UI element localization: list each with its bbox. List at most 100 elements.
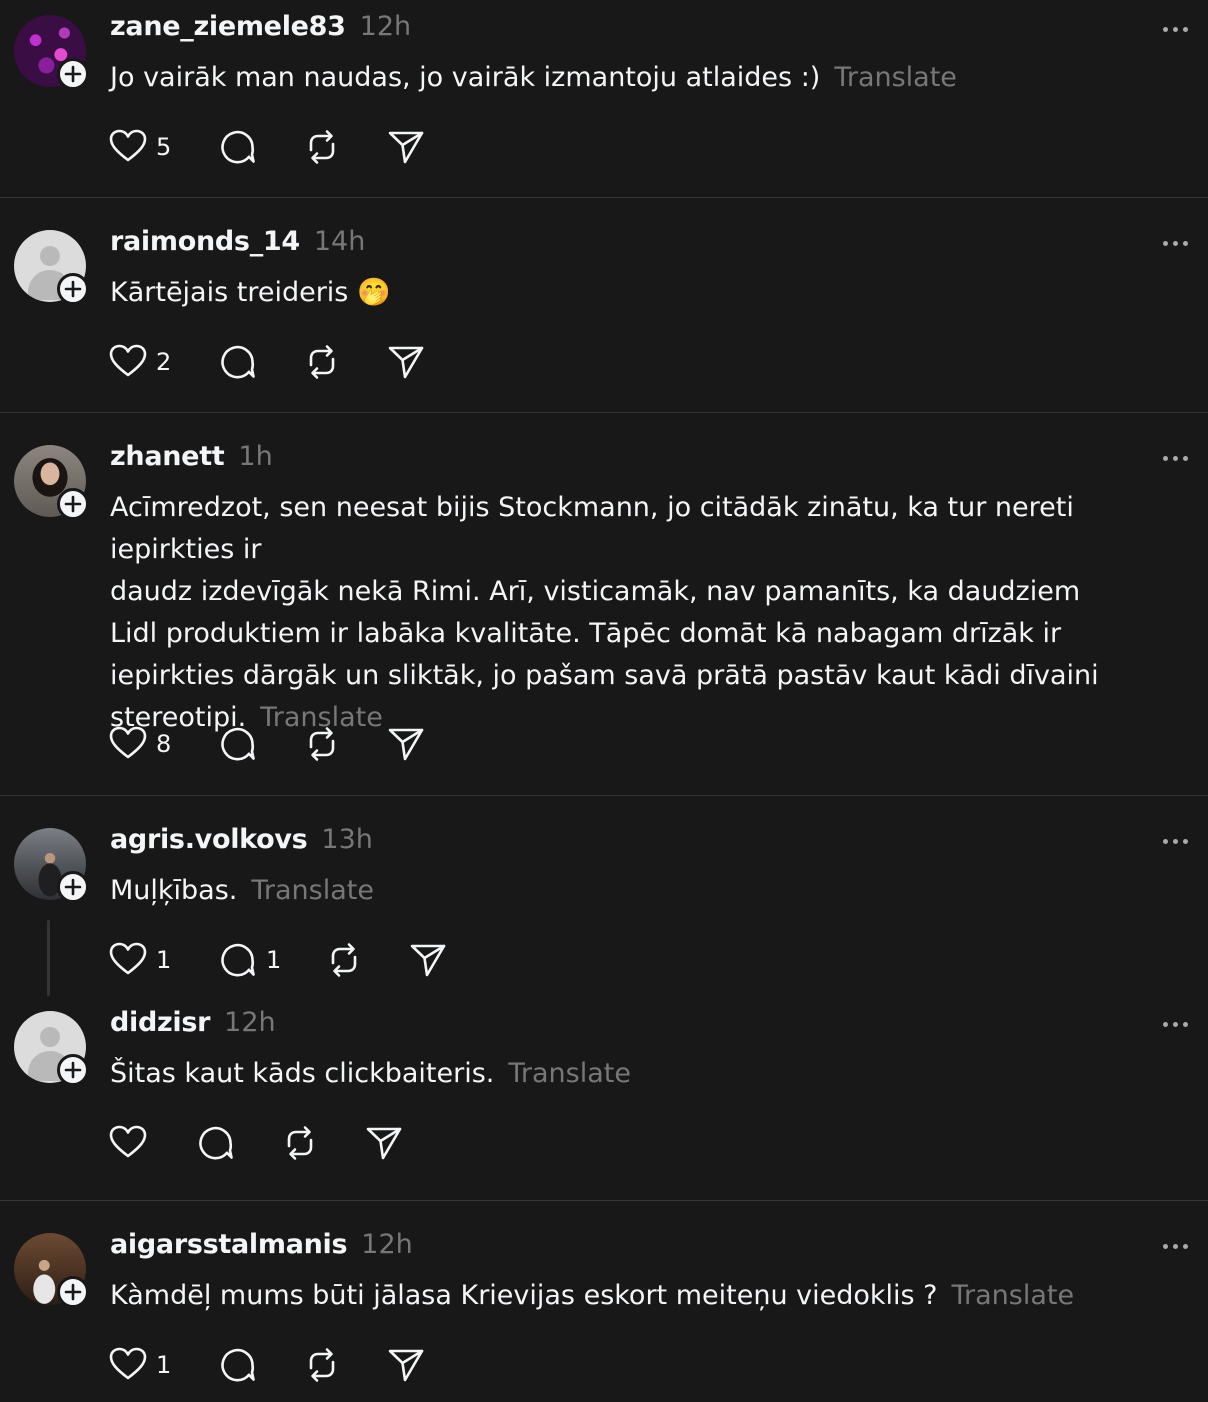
reply-button[interactable]	[218, 1345, 302, 1385]
timestamp[interactable]: 12h	[224, 1007, 275, 1038]
comment-icon	[218, 1345, 258, 1385]
action-bar: 1 1	[108, 940, 448, 980]
more-icon[interactable]	[1163, 839, 1188, 844]
like-count: 2	[156, 348, 172, 376]
like-button[interactable]: 5	[108, 127, 218, 167]
more-icon[interactable]	[1163, 1244, 1188, 1249]
avatar[interactable]	[14, 1233, 89, 1308]
timestamp[interactable]: 12h	[360, 11, 411, 42]
text-line: Lidl produktiem ir labāka kvalitāte. Tāp…	[110, 618, 1062, 649]
share-button[interactable]	[364, 1123, 404, 1163]
plus-icon	[63, 1060, 83, 1080]
avatar[interactable]	[14, 445, 89, 520]
post-text: Jo vairāk man naudas, jo vairāk izmantoj…	[110, 62, 957, 93]
like-count: 8	[156, 730, 172, 758]
like-button[interactable]: 1	[108, 1345, 218, 1385]
plus-icon	[63, 64, 83, 84]
more-icon[interactable]	[1163, 27, 1188, 32]
share-button[interactable]	[386, 127, 426, 167]
send-icon	[386, 342, 426, 382]
like-button[interactable]: 1	[108, 940, 218, 980]
heart-icon	[108, 724, 148, 764]
timestamp[interactable]: 13h	[321, 824, 372, 855]
action-bar: 1	[108, 1345, 426, 1385]
follow-button[interactable]	[57, 488, 89, 520]
share-button[interactable]	[408, 940, 448, 980]
comment-icon	[218, 940, 258, 980]
text-line: daudz izdevīgāk nekā Rimi. Arī, visticam…	[110, 576, 1081, 607]
heart-icon	[108, 1123, 148, 1163]
translate-link[interactable]: Translate	[834, 62, 957, 93]
username[interactable]: didzisr	[110, 1007, 210, 1038]
repost-icon	[302, 342, 342, 382]
send-icon	[408, 940, 448, 980]
avatar[interactable]	[14, 1011, 89, 1086]
plus-icon	[63, 1282, 83, 1302]
translate-link[interactable]: Translate	[508, 1058, 631, 1089]
send-icon	[364, 1123, 404, 1163]
follow-button[interactable]	[57, 871, 89, 903]
comment-icon	[218, 127, 258, 167]
username[interactable]: raimonds_14	[110, 226, 300, 257]
follow-button[interactable]	[57, 1276, 89, 1308]
reply-button[interactable]	[196, 1123, 280, 1163]
username[interactable]: zane_ziemele83	[110, 11, 346, 42]
follow-button[interactable]	[57, 58, 89, 90]
like-count: 1	[156, 946, 172, 974]
repost-button[interactable]	[302, 127, 386, 167]
repost-button[interactable]	[302, 724, 386, 764]
plus-icon	[63, 279, 83, 299]
more-icon[interactable]	[1163, 241, 1188, 246]
username[interactable]: agris.volkovs	[110, 824, 308, 855]
like-count: 1	[156, 1351, 172, 1379]
share-button[interactable]	[386, 342, 426, 382]
avatar[interactable]	[14, 828, 89, 903]
share-button[interactable]	[386, 724, 426, 764]
timestamp[interactable]: 1h	[238, 441, 272, 472]
repost-button[interactable]	[280, 1123, 364, 1163]
timestamp[interactable]: 14h	[314, 226, 365, 257]
translate-link[interactable]: Translate	[952, 1280, 1075, 1311]
reply-button[interactable]: 1	[218, 940, 324, 980]
like-button[interactable]	[108, 1123, 196, 1163]
post: agris.volkovs 13h Muļķības. Translate 1 1	[0, 796, 1208, 996]
post: aigarsstalmanis 12h Kàmdēļ mums būti jāl…	[0, 1201, 1208, 1401]
avatar[interactable]	[14, 15, 89, 90]
post-text: Acīmredzot, sen neesat bijis Stockmann, …	[110, 487, 1192, 739]
like-button[interactable]: 8	[108, 724, 218, 764]
action-bar: 8	[108, 724, 426, 764]
post-header: aigarsstalmanis 12h	[110, 1229, 413, 1260]
post-header: didzisr 12h	[110, 1007, 276, 1038]
reply-count: 1	[266, 946, 282, 974]
more-icon[interactable]	[1163, 1022, 1188, 1027]
send-icon	[386, 1345, 426, 1385]
more-icon[interactable]	[1163, 456, 1188, 461]
like-button[interactable]: 2	[108, 342, 218, 382]
reply-button[interactable]	[218, 127, 302, 167]
repost-button[interactable]	[324, 940, 408, 980]
post-text: Kārtējais treideris 🤭	[110, 277, 391, 308]
repost-button[interactable]	[302, 342, 386, 382]
text-line: iepirkties dārgāk un sliktāk, jo pašam s…	[110, 660, 1099, 691]
action-bar: 2	[108, 342, 426, 382]
reply-button[interactable]	[218, 342, 302, 382]
timestamp[interactable]: 12h	[361, 1229, 412, 1260]
thread-line	[47, 920, 50, 996]
username[interactable]: aigarsstalmanis	[110, 1229, 348, 1260]
post: zhanett 1h Acīmredzot, sen neesat bijis …	[0, 413, 1208, 795]
post-header: agris.volkovs 13h	[110, 824, 373, 855]
comment-icon	[196, 1123, 236, 1163]
repost-icon	[302, 724, 342, 764]
reply-button[interactable]	[218, 724, 302, 764]
follow-button[interactable]	[57, 273, 89, 305]
repost-button[interactable]	[302, 1345, 386, 1385]
like-count: 5	[156, 133, 172, 161]
avatar[interactable]	[14, 230, 89, 305]
username[interactable]: zhanett	[110, 441, 225, 472]
translate-link[interactable]: Translate	[251, 875, 374, 906]
comment-icon	[218, 724, 258, 764]
post-header: zhanett 1h	[110, 441, 273, 472]
post-text: Šitas kaut kāds clickbaiteris. Translate	[110, 1058, 631, 1089]
follow-button[interactable]	[57, 1054, 89, 1086]
share-button[interactable]	[386, 1345, 426, 1385]
